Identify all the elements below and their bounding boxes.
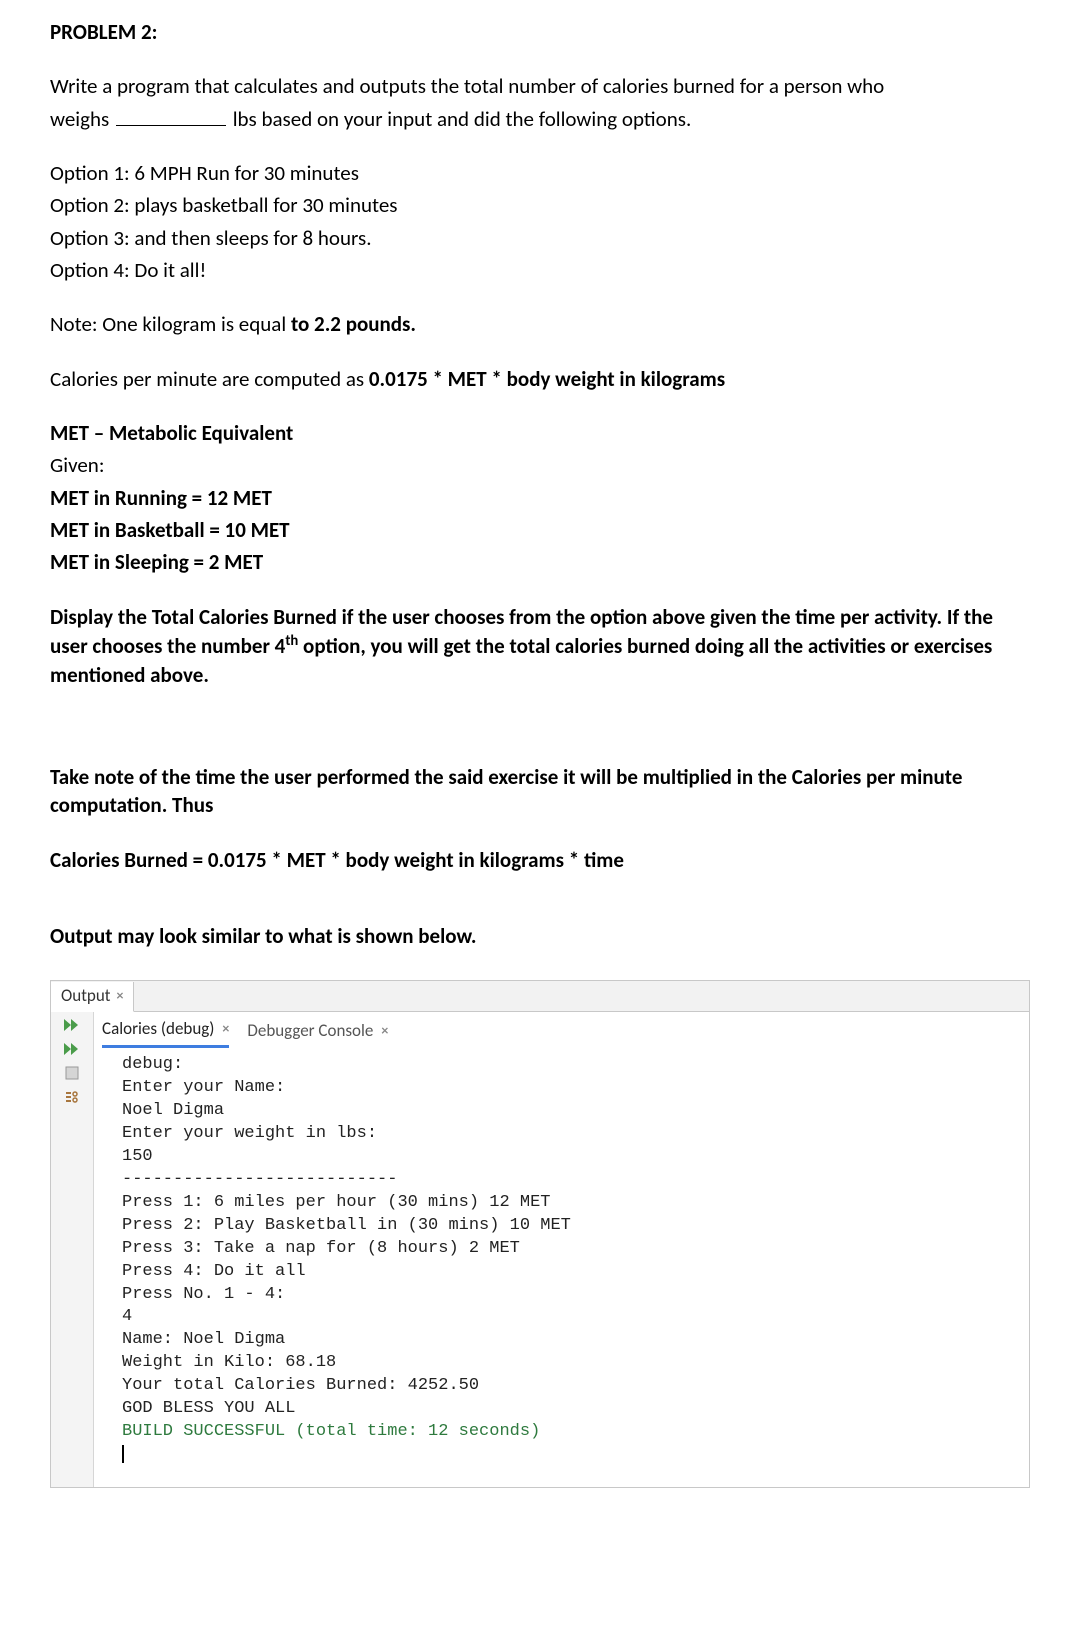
- console-line: Press 3: Take a nap for (8 hours) 2 MET: [122, 1238, 1015, 1261]
- text-cursor: [122, 1445, 124, 1463]
- blank-fill-line: [116, 125, 226, 126]
- console-line: Enter your Name:: [122, 1077, 1015, 1100]
- note-line: Note: One kilogram is equal to 2.2 pound…: [50, 310, 1030, 338]
- console-line: Noel Digma: [122, 1100, 1015, 1123]
- option-line: Option 2: plays basketball for 30 minute…: [50, 191, 1030, 219]
- run-icon-2[interactable]: [61, 1040, 83, 1058]
- console-line: Enter your weight in lbs:: [122, 1123, 1015, 1146]
- subtab-label: Calories (debug): [102, 1018, 214, 1041]
- ordinal-suffix: th: [285, 631, 298, 649]
- close-icon[interactable]: ×: [222, 1020, 229, 1039]
- console-build-line: BUILD SUCCESSFUL (total time: 12 seconds…: [122, 1421, 1015, 1444]
- output-panel: Output ×: [50, 980, 1030, 1488]
- intro-line-1: Write a program that calculates and outp…: [50, 72, 1030, 100]
- option-line: Option 1: 6 MPH Run for 30 minutes: [50, 159, 1030, 187]
- intro-prefix: weighs: [50, 106, 114, 132]
- calories-per-minute-line: Calories per minute are computed as 0.01…: [50, 365, 1030, 393]
- console-line: Press 4: Do it all: [122, 1261, 1015, 1284]
- cpm-bold: 0.0175 * MET * body weight in kilograms: [369, 366, 725, 392]
- stop-icon[interactable]: [61, 1064, 83, 1082]
- met-heading: MET – Metabolic Equivalent: [50, 419, 1030, 447]
- take-note-text: Take note of the time the user performed…: [50, 763, 1030, 820]
- console-line: Your total Calories Burned: 4252.50: [122, 1375, 1015, 1398]
- console-cursor-line: [122, 1444, 1015, 1467]
- console-line: GOD BLESS YOU ALL: [122, 1398, 1015, 1421]
- console-line: Weight in Kilo: 68.18: [122, 1352, 1015, 1375]
- console-line: ---------------------------: [122, 1169, 1015, 1192]
- display-instructions: Display the Total Calories Burned if the…: [50, 603, 1030, 689]
- close-icon[interactable]: ×: [381, 1022, 388, 1041]
- option-line: Option 3: and then sleeps for 8 hours.: [50, 224, 1030, 252]
- given-label: Given:: [50, 451, 1030, 479]
- intro-suffix: lbs based on your input and did the foll…: [228, 106, 691, 132]
- console-line: Name: Noel Digma: [122, 1329, 1015, 1352]
- note-bold: to 2.2 pounds.: [291, 311, 416, 337]
- note-prefix: Note: One kilogram is equal: [50, 311, 291, 337]
- output-similar-text: Output may look similar to what is shown…: [50, 922, 1030, 950]
- console-line: 4: [122, 1306, 1015, 1329]
- problem-title: PROBLEM 2:: [50, 18, 1030, 46]
- close-icon[interactable]: ×: [116, 987, 123, 1006]
- console-line: Press 1: 6 miles per hour (30 mins) 12 M…: [122, 1192, 1015, 1215]
- option-line: Option 4: Do it all!: [50, 256, 1030, 284]
- run-icon[interactable]: [61, 1016, 83, 1034]
- met-line: MET in Basketball = 10 MET: [50, 516, 1030, 544]
- formula-text: Calories Burned = 0.0175 * MET * body we…: [50, 846, 1030, 874]
- subtab-calories-debug[interactable]: Calories (debug) ×: [102, 1018, 229, 1048]
- met-line: MET in Sleeping = 2 MET: [50, 548, 1030, 576]
- cpm-prefix: Calories per minute are computed as: [50, 366, 369, 392]
- subtab-row: Calories (debug) × Debugger Console ×: [98, 1012, 1025, 1050]
- subtab-debugger-console[interactable]: Debugger Console ×: [247, 1020, 388, 1047]
- tab-label: Output: [61, 985, 110, 1008]
- console-line: 150: [122, 1146, 1015, 1169]
- met-line: MET in Running = 12 MET: [50, 484, 1030, 512]
- settings-icon[interactable]: [61, 1088, 83, 1106]
- subtab-label: Debugger Console: [247, 1020, 373, 1043]
- tab-output[interactable]: Output ×: [51, 982, 134, 1012]
- console-line: debug:: [122, 1054, 1015, 1077]
- intro-line-2: weighs lbs based on your input and did t…: [50, 105, 1030, 133]
- tab-row: Output ×: [51, 981, 1029, 1012]
- output-sidebar: [51, 1012, 94, 1487]
- console-line: Press No. 1 - 4:: [122, 1284, 1015, 1307]
- console-output: debug: Enter your Name: Noel Digma Enter…: [98, 1050, 1025, 1467]
- console-line: Press 2: Play Basketball in (30 mins) 10…: [122, 1215, 1015, 1238]
- document-page: PROBLEM 2: Write a program that calculat…: [0, 0, 1080, 1528]
